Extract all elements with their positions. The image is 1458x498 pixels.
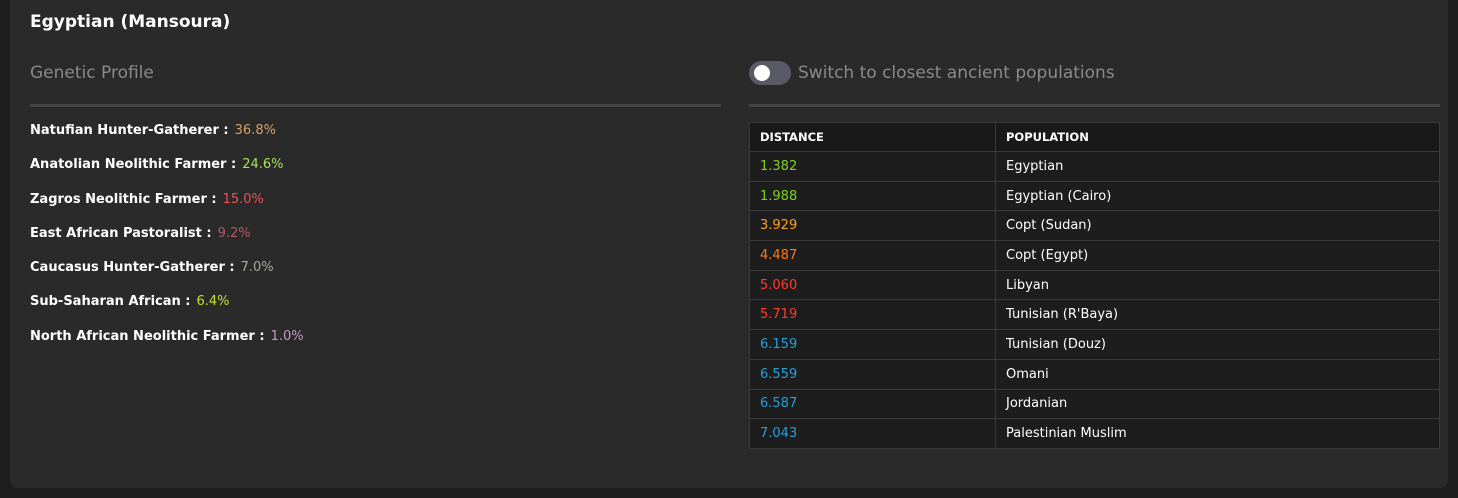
populations-panel: Switch to closest ancient populations DI… xyxy=(749,58,1440,449)
table-row: 6.559 Omani xyxy=(749,358,1440,390)
profile-component-value: 15.0% xyxy=(222,191,264,207)
ancient-populations-toggle[interactable] xyxy=(749,61,791,85)
distance-cell: 7.043 xyxy=(749,418,996,449)
results-card: Egyptian (Mansoura) Genetic Profile Natu… xyxy=(10,0,1448,488)
table-row: 3.929 Copt (Sudan) xyxy=(749,210,1440,242)
table-body: 1.382 Egyptian 1.988 Egyptian (Cairo) 3.929 C… xyxy=(749,151,1440,449)
profile-component-name: Sub-Saharan African : xyxy=(30,294,191,310)
table-row: 4.487 Copt (Egypt) xyxy=(749,240,1440,271)
table-header-row: DISTANCE POPULATION xyxy=(749,122,1440,152)
table-row: 5.060 Libyan xyxy=(749,269,1440,301)
profile-row: Natufian Hunter-Gatherer : 36.8% xyxy=(30,122,721,156)
profile-component-name: North African Neolithic Farmer : xyxy=(30,328,265,344)
table-row: 6.159 Tunisian (Douz) xyxy=(749,329,1440,360)
table-row: 7.043 Palestinian Muslim xyxy=(749,418,1440,449)
profile-list: Natufian Hunter-Gatherer : 36.8% Anatolian… xyxy=(30,122,721,362)
page-title: Egyptian (Mansoura) xyxy=(30,12,231,32)
population-cell: Egyptian (Cairo) xyxy=(995,180,1440,212)
distance-cell: 1.988 xyxy=(749,180,996,212)
profile-row: Zagros Neolithic Farmer : 15.0% xyxy=(30,191,721,225)
profile-row: Anatolian Neolithic Farmer : 24.6% xyxy=(30,156,721,190)
distance-cell: 6.587 xyxy=(749,388,996,420)
population-cell: Libyan xyxy=(995,269,1440,301)
table-row: 6.587 Jordanian xyxy=(749,388,1440,420)
population-cell: Tunisian (Douz) xyxy=(995,329,1440,360)
profile-component-value: 9.2% xyxy=(217,225,251,241)
left-divider xyxy=(30,104,721,107)
table-row: 5.719 Tunisian (R'Baya) xyxy=(749,299,1440,331)
population-cell: Copt (Egypt) xyxy=(995,240,1440,271)
population-cell: Palestinian Muslim xyxy=(995,418,1440,449)
distance-cell: 6.559 xyxy=(749,358,996,390)
population-cell: Jordanian xyxy=(995,388,1440,420)
profile-row: North African Neolithic Farmer : 1.0% xyxy=(30,328,721,362)
profile-component-name: East African Pastoralist : xyxy=(30,225,212,241)
distance-cell: 5.719 xyxy=(749,299,996,331)
profile-component-name: Zagros Neolithic Farmer : xyxy=(30,191,217,207)
distance-table: DISTANCE POPULATION 1.382 Egyptian 1.988 Eg… xyxy=(749,122,1440,449)
distance-cell: 4.487 xyxy=(749,240,996,271)
toggle-knob xyxy=(754,65,770,81)
distance-header[interactable]: DISTANCE xyxy=(749,122,996,152)
profile-row: Caucasus Hunter-Gatherer : 7.0% xyxy=(30,259,721,293)
genetic-profile-heading: Genetic Profile xyxy=(30,63,154,83)
right-divider xyxy=(749,104,1440,107)
distance-cell: 6.159 xyxy=(749,329,996,360)
profile-component-value: 7.0% xyxy=(240,260,274,276)
population-cell: Tunisian (R'Baya) xyxy=(995,299,1440,331)
ancient-toggle-row: Switch to closest ancient populations xyxy=(749,58,1440,88)
profile-component-name: Natufian Hunter-Gatherer : xyxy=(30,123,229,138)
profile-component-value: 36.8% xyxy=(234,123,276,138)
distance-cell: 3.929 xyxy=(749,210,996,242)
profile-row: Sub-Saharan African : 6.4% xyxy=(30,293,721,327)
profile-row: East African Pastoralist : 9.2% xyxy=(30,225,721,259)
profile-component-value: 1.0% xyxy=(270,328,304,344)
profile-component-value: 24.6% xyxy=(242,157,284,173)
genetic-profile-panel: Genetic Profile Natufian Hunter-Gatherer… xyxy=(30,58,721,362)
distance-cell: 5.060 xyxy=(749,269,996,301)
population-header[interactable]: POPULATION xyxy=(995,122,1440,152)
profile-component-name: Caucasus Hunter-Gatherer : xyxy=(30,260,235,276)
profile-component-name: Anatolian Neolithic Farmer : xyxy=(30,157,237,173)
profile-component-value: 6.4% xyxy=(196,294,230,310)
table-row: 1.382 Egyptian xyxy=(749,151,1440,182)
population-cell: Egyptian xyxy=(995,151,1440,182)
distance-cell: 1.382 xyxy=(749,151,996,182)
table-row: 1.988 Egyptian (Cairo) xyxy=(749,180,1440,212)
population-cell: Copt (Sudan) xyxy=(995,210,1440,242)
population-cell: Omani xyxy=(995,358,1440,390)
toggle-label: Switch to closest ancient populations xyxy=(798,63,1115,83)
